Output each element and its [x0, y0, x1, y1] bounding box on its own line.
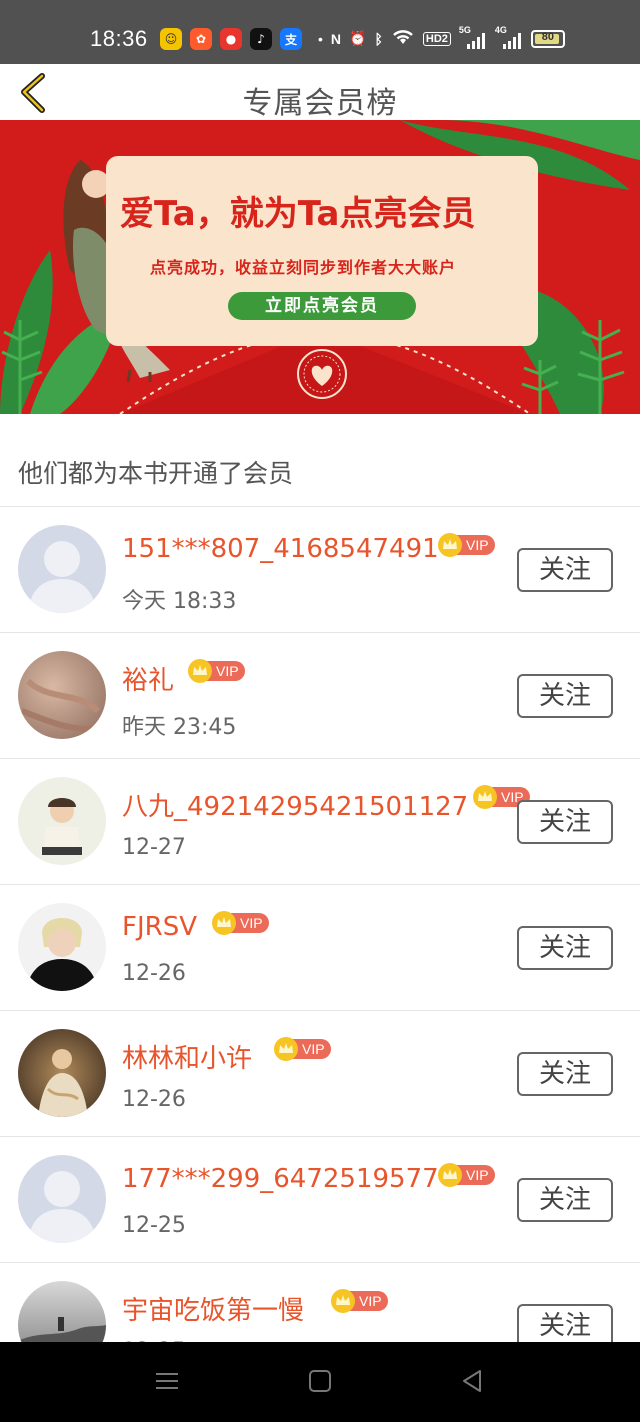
home-square-icon	[309, 1370, 331, 1392]
list-item[interactable]: 裕礼 VIP 昨天 23:45 关注	[0, 633, 640, 759]
crown-icon	[188, 659, 212, 683]
list-item[interactable]: 151***807_4168547491 VIP 今天 18:33 关注	[0, 507, 640, 633]
home-nav-button[interactable]	[305, 1366, 335, 1396]
menu-icon	[156, 1373, 178, 1389]
promo-banner[interactable]: 爱Ta，就为Ta点亮会员 点亮成功，收益立刻同步到作者大大账户 立即点亮会员	[0, 120, 640, 414]
shopping-app-icon: ✿	[190, 28, 212, 50]
battery-icon: 80	[530, 29, 565, 48]
crown-icon	[438, 1163, 462, 1187]
follow-button[interactable]: 关注	[517, 548, 613, 592]
chat-app-icon: ☺	[160, 28, 182, 50]
crown-icon	[274, 1037, 298, 1061]
bluetooth-icon: ᛒ	[374, 30, 383, 47]
member-time: 12-26	[122, 961, 186, 986]
triangle-back-icon	[463, 1370, 481, 1392]
notification-icons: ☺ ✿ ● ♪ 支	[160, 28, 302, 50]
vip-badge: VIP	[274, 1037, 331, 1061]
vip-badge: VIP	[438, 1163, 495, 1187]
follow-button[interactable]: 关注	[517, 926, 613, 970]
member-name[interactable]: 151***807_4168547491	[122, 534, 439, 564]
crown-icon	[473, 785, 497, 809]
menu-nav-button[interactable]	[152, 1366, 182, 1396]
member-time: 12-25	[122, 1213, 186, 1238]
tiktok-icon: ♪	[250, 28, 272, 50]
crown-icon	[331, 1289, 355, 1313]
status-bar: 18:36 ☺ ✿ ● ♪ 支 • N ⏰ ᛒ HD2 5G 4G 80	[0, 0, 640, 64]
list-item[interactable]: 林林和小许 VIP 12-26 关注	[0, 1011, 640, 1137]
crown-icon	[438, 533, 462, 557]
signal-4g-icon: 4G	[495, 25, 523, 49]
status-time: 18:36	[90, 26, 148, 51]
list-item[interactable]: FJRSV VIP 12-26 关注	[0, 885, 640, 1011]
avatar[interactable]	[18, 777, 106, 865]
follow-button[interactable]: 关注	[517, 674, 613, 718]
banner-headline: 爱Ta，就为Ta点亮会员	[120, 194, 476, 234]
wifi-icon	[391, 28, 415, 49]
system-navigation-bar	[0, 1342, 640, 1422]
header: 专属会员榜	[0, 64, 640, 121]
signal-5g-icon: 5G	[459, 25, 487, 49]
system-icons: • N ⏰ ᛒ HD2 5G 4G 80	[318, 25, 565, 49]
crown-icon	[212, 911, 236, 935]
avatar[interactable]	[18, 903, 106, 991]
list-item[interactable]: 177***299_6472519577 VIP 12-25 关注	[0, 1137, 640, 1263]
avatar[interactable]	[18, 1029, 106, 1117]
member-name[interactable]: 八九_49214295421501127	[122, 786, 468, 823]
member-time: 12-27	[122, 835, 186, 860]
member-time: 12-26	[122, 1087, 186, 1112]
member-name[interactable]: 177***299_6472519577	[122, 1164, 439, 1194]
avatar[interactable]	[18, 1155, 106, 1243]
vip-badge: VIP	[438, 533, 495, 557]
member-name[interactable]: 林林和小许	[122, 1038, 252, 1075]
battery-level: 80	[541, 30, 555, 43]
dot-icon: •	[318, 30, 323, 47]
hd-icon: HD2	[422, 31, 451, 46]
section-title: 他们都为本书开通了会员	[18, 459, 294, 488]
member-name[interactable]: 裕礼	[122, 660, 174, 697]
member-list: 151***807_4168547491 VIP 今天 18:33 关注 裕礼 …	[0, 507, 640, 1389]
avatar[interactable]	[18, 525, 106, 613]
list-item[interactable]: 八九_49214295421501127 VIP 12-27 关注	[0, 759, 640, 885]
member-name[interactable]: 宇宙吃饭第一慢	[122, 1290, 304, 1327]
member-time: 昨天 23:45	[122, 715, 237, 740]
follow-button[interactable]: 关注	[517, 1178, 613, 1222]
weibo-icon: ●	[220, 28, 242, 50]
alipay-icon: 支	[280, 28, 302, 50]
vip-badge: VIP	[331, 1289, 388, 1313]
follow-button[interactable]: 关注	[517, 1052, 613, 1096]
nfc-icon: N	[330, 30, 342, 47]
avatar[interactable]	[18, 651, 106, 739]
vip-badge: VIP	[188, 659, 245, 683]
follow-button[interactable]: 关注	[517, 800, 613, 844]
back-nav-button[interactable]	[458, 1366, 488, 1396]
banner-subtitle: 点亮成功，收益立刻同步到作者大大账户	[150, 258, 457, 277]
vip-badge: VIP	[212, 911, 269, 935]
light-up-vip-button[interactable]: 立即点亮会员	[228, 292, 416, 320]
page-title: 专属会员榜	[242, 86, 398, 121]
member-name[interactable]: FJRSV	[122, 912, 197, 942]
member-time: 今天 18:33	[122, 589, 237, 614]
alarm-icon: ⏰	[349, 30, 367, 46]
